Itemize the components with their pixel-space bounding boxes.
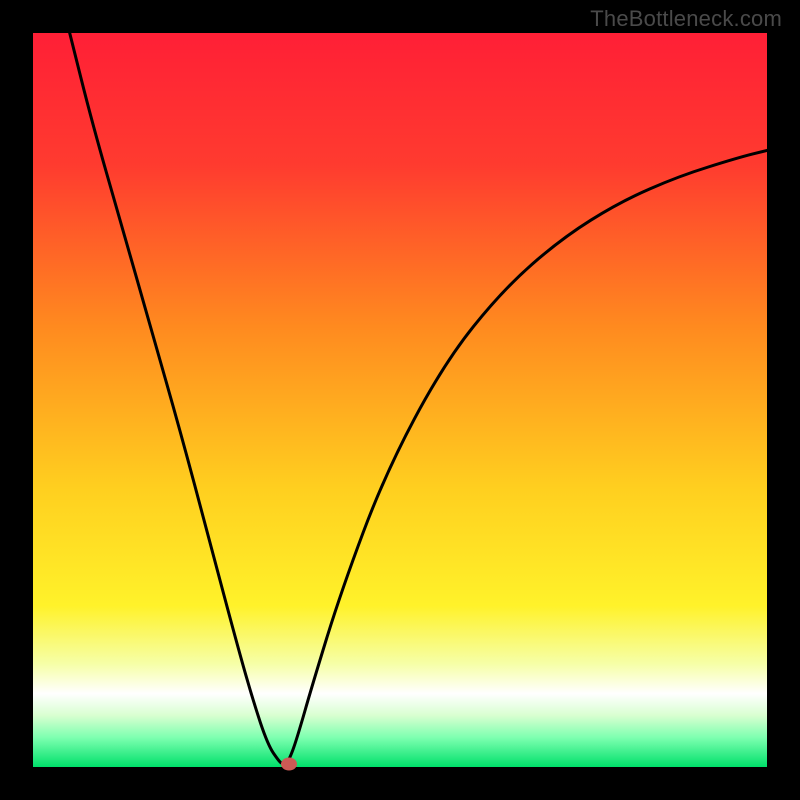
plot-area [33, 33, 767, 767]
watermark-text: TheBottleneck.com [590, 6, 782, 32]
bottleneck-curve [33, 33, 767, 767]
chart-frame: TheBottleneck.com [0, 0, 800, 800]
optimal-point-marker [281, 758, 297, 771]
